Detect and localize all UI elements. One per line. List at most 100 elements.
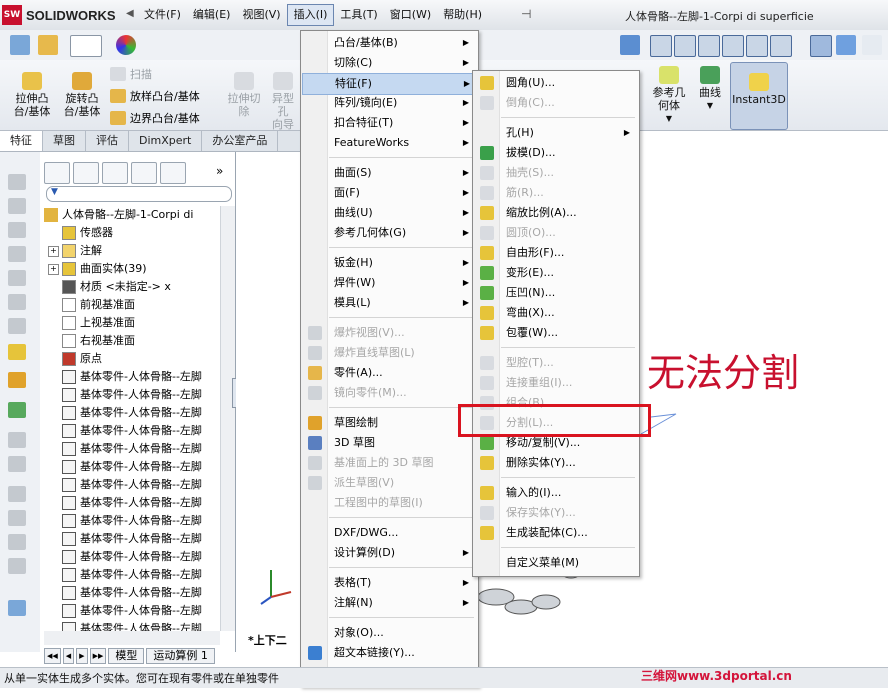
menu-item[interactable]: 自由形(F)... [474,243,638,263]
tree-item[interactable]: + 注解 [48,242,102,260]
menu-item[interactable]: 钣金(H) ▶ [302,253,477,273]
tool-13-icon[interactable] [8,486,26,502]
menu-3[interactable]: 插入(I) [286,4,335,26]
expand-icon[interactable]: + [48,263,59,275]
options-icon[interactable] [38,35,58,55]
menu-item[interactable]: 特征(F) ▶ [302,73,479,95]
tool-10-icon[interactable] [8,402,26,418]
menu-item[interactable]: 孔(H) ▶ [474,123,638,143]
menu-item[interactable]: 设计算例(D) ▶ [302,543,477,563]
bottom-tab-0[interactable]: 模型 [108,648,145,664]
view-cube-3-icon[interactable] [698,35,720,57]
menu-item[interactable]: 弯曲(X)... [474,303,638,323]
tree-item[interactable]: 前视基准面 [62,296,135,314]
menu-2[interactable]: 视图(V) [236,4,286,26]
tab-nav-arrow-icon[interactable]: ◀ [62,648,75,664]
menu-item[interactable]: 扣合特征(T) ▶ [302,113,477,133]
menu-5[interactable]: 窗口(W) [384,4,437,26]
menu-item[interactable]: 模具(L) ▶ [302,293,477,313]
instant3d-button[interactable]: Instant3D [730,62,788,130]
menu-item[interactable]: FeatureWorks ▶ [302,133,477,153]
configuration-manager-tab-icon[interactable] [102,162,128,184]
tree-filter-input[interactable]: ▼ [46,186,232,202]
tab-0[interactable]: 特征 [0,131,43,151]
menu-item[interactable]: 曲线(U) ▶ [302,203,477,223]
tab-nav-arrow-icon[interactable]: ◀◀ [44,648,61,664]
tree-item[interactable]: 材质 <未指定-> x [62,278,171,296]
menu-item[interactable]: 生成装配体(C)... [474,523,638,543]
tree-part-row[interactable]: 基体零件-人体骨骼--左脚 [62,476,218,494]
menu-item[interactable]: 面(F) ▶ [302,183,477,203]
tree-part-row[interactable]: 基体零件-人体骨骼--左脚 [62,368,218,386]
loft-boss-button[interactable]: 放样凸台/基体 [110,88,200,104]
view-cube-6-icon[interactable] [770,35,792,57]
tool-6-icon[interactable] [8,294,26,310]
menu-item[interactable]: 零件(A)... [302,363,477,383]
view-cube-1-icon[interactable] [650,35,672,57]
tool-2-icon[interactable] [8,198,26,214]
expand-icon[interactable]: + [48,245,59,257]
tree-item[interactable]: 上视基准面 [62,314,135,332]
tool-4-icon[interactable] [8,246,26,262]
tree-part-row[interactable]: 基体零件-人体骨骼--左脚 [62,458,218,476]
menu-0[interactable]: 文件(F) [138,4,187,26]
menu-item[interactable]: 注解(N) ▶ [302,593,477,613]
tab-nav-arrow-icon[interactable]: ▶ [76,648,88,664]
extrude-cut-button[interactable]: 拉伸切 除 [222,72,266,118]
menu-item[interactable]: 草图绘制 [302,413,477,433]
tab-4[interactable]: 办公室产品 [202,131,279,151]
tree-part-row[interactable]: 基体零件-人体骨骼--左脚 [62,494,218,512]
menu-item[interactable]: 圆角(U)... [474,73,638,93]
tool-5-icon[interactable] [8,270,26,286]
dimxpert-manager-tab-icon[interactable] [131,162,157,184]
menu-item[interactable]: 自定义菜单(M) [474,553,638,573]
menu-item[interactable]: 参考几何体(G) ▶ [302,223,477,243]
tool-9-icon[interactable] [8,372,26,388]
property-manager-tab-icon[interactable] [73,162,99,184]
tree-item[interactable]: 传感器 [62,224,113,242]
menu-item[interactable]: 超文本链接(Y)... [302,643,477,663]
revolve-boss-button[interactable]: 旋转凸 台/基体 [58,72,106,118]
tree-part-row[interactable]: 基体零件-人体骨骼--左脚 [62,512,218,530]
boundary-boss-button[interactable]: 边界凸台/基体 [110,110,200,126]
menu-item[interactable]: 输入的(I)... [474,483,638,503]
tool-12-icon[interactable] [8,456,26,472]
select-tool-icon[interactable] [70,35,102,57]
feature-tree-tab-icon[interactable] [44,162,70,184]
tree-item[interactable]: 原点 [62,350,102,368]
tool-14-icon[interactable] [8,510,26,526]
menu-item[interactable]: DXF/DWG... [302,523,477,543]
tool-7-icon[interactable] [8,318,26,334]
panel-expand-icon[interactable]: » [216,164,223,178]
view-orientation-icon[interactable] [620,35,640,55]
tree-item[interactable]: 右视基准面 [62,332,135,350]
app-logo[interactable]: SW SOLIDWORKS [2,4,124,26]
display-style-icon[interactable] [810,35,832,57]
menu-1[interactable]: 编辑(E) [187,4,237,26]
tool-3-icon[interactable] [8,222,26,238]
menu-item[interactable]: 切除(C) ▶ [302,53,477,73]
menu-item[interactable]: 表格(T) ▶ [302,573,477,593]
tree-root[interactable]: 人体骨骼--左脚-1-Corpi di [44,206,193,224]
tool-1-icon[interactable] [8,174,26,190]
tab-1[interactable]: 草图 [43,131,86,151]
tree-part-row[interactable]: 基体零件-人体骨骼--左脚 [62,404,218,422]
menu-item[interactable]: 包覆(W)... [474,323,638,343]
menu-item[interactable]: 对象(O)... [302,623,477,643]
shaded-icon[interactable] [836,35,856,55]
reference-geometry-button[interactable]: 参考几 何体 ▼ [646,66,692,125]
display-manager-tab-icon[interactable] [160,162,186,184]
menu-item[interactable]: 凸台/基体(B) ▶ [302,33,477,53]
view-cube-2-icon[interactable] [674,35,696,57]
menu-item[interactable]: 阵列/镜向(E) ▶ [302,93,477,113]
new-document-icon[interactable] [10,35,30,55]
menu-item[interactable]: 缩放比例(A)... [474,203,638,223]
tool-15-icon[interactable] [8,534,26,550]
tab-3[interactable]: DimXpert [129,131,203,151]
menu-item[interactable]: 删除实体(Y)... [474,453,638,473]
hole-wizard-button[interactable]: 异型孔 向导 [268,72,298,131]
menu-item[interactable]: 焊件(W) ▶ [302,273,477,293]
appearance-icon[interactable] [116,35,136,55]
tree-part-row[interactable]: 基体零件-人体骨骼--左脚 [62,530,218,548]
tree-part-row[interactable]: 基体零件-人体骨骼--左脚 [62,602,218,620]
